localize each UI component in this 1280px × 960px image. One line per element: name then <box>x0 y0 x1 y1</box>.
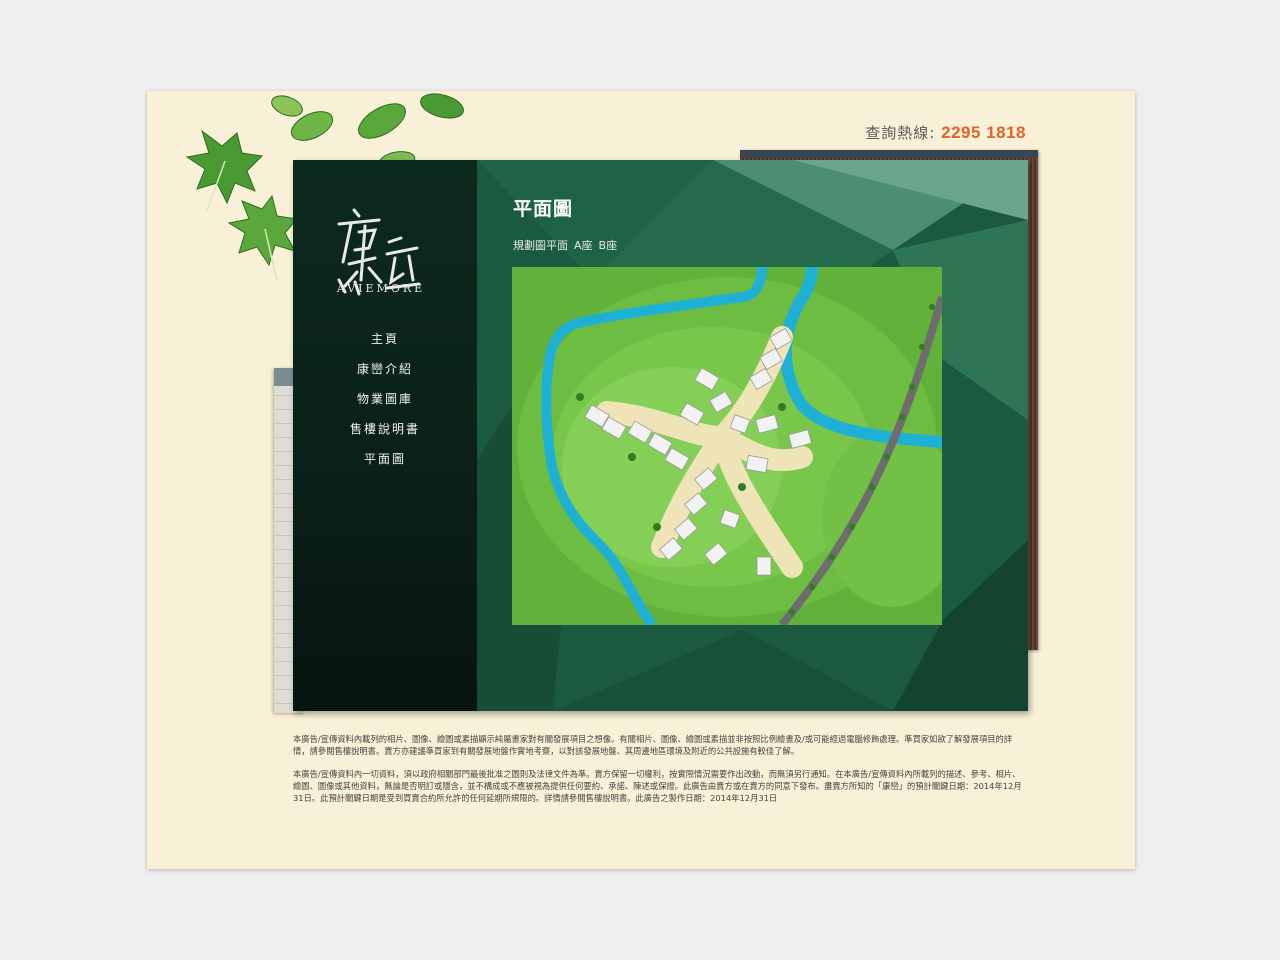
disclaimer-paragraph-1: 本廣告/宣傳資料內載列的相片、圖像、繪圖或素描顯示純屬畫家對有關發展項目之想像。… <box>293 734 1013 756</box>
hotline-label: 查詢熱線: <box>865 124 936 142</box>
main-panel: AVIEMORE 主頁 康巒介紹 物業圖庫 售樓說明書 平面圖 平面圖 規劃圖平… <box>293 160 1028 711</box>
sidebar: AVIEMORE 主頁 康巒介紹 物業圖庫 售樓說明書 平面圖 <box>293 160 477 711</box>
tab-site-plan[interactable]: 規劃圖平面 <box>513 237 568 253</box>
site-plan-map <box>512 267 942 625</box>
nav-item-brochure[interactable]: 售樓說明書 <box>293 414 477 444</box>
plan-tabs: 規劃圖平面 A座 B座 <box>513 237 617 253</box>
logo-text: AVIEMORE <box>336 282 426 295</box>
main-nav: 主頁 康巒介紹 物業圖庫 售樓說明書 平面圖 <box>293 324 477 474</box>
tab-block-b[interactable]: B座 <box>599 237 618 253</box>
disclaimer: 本廣告/宣傳資料內載列的相片、圖像、繪圖或素描顯示純屬畫家對有關發展項目之想像。… <box>293 733 1028 804</box>
nav-item-about[interactable]: 康巒介紹 <box>293 354 477 384</box>
hotline: 查詢熱線: 2295 1818 <box>865 122 1026 143</box>
nav-item-floor-plan[interactable]: 平面圖 <box>293 444 477 474</box>
hotline-number: 2295 1818 <box>941 123 1026 142</box>
tab-block-a[interactable]: A座 <box>574 237 593 253</box>
disclaimer-paragraph-2: 本廣告/宣傳資料內一切資料，須以政府相關部門最後批准之圖則及法律文件為準。賣方保… <box>293 769 1022 803</box>
page-title: 平面圖 <box>513 198 574 220</box>
nav-item-gallery[interactable]: 物業圖庫 <box>293 384 477 414</box>
nav-item-home[interactable]: 主頁 <box>293 324 477 354</box>
